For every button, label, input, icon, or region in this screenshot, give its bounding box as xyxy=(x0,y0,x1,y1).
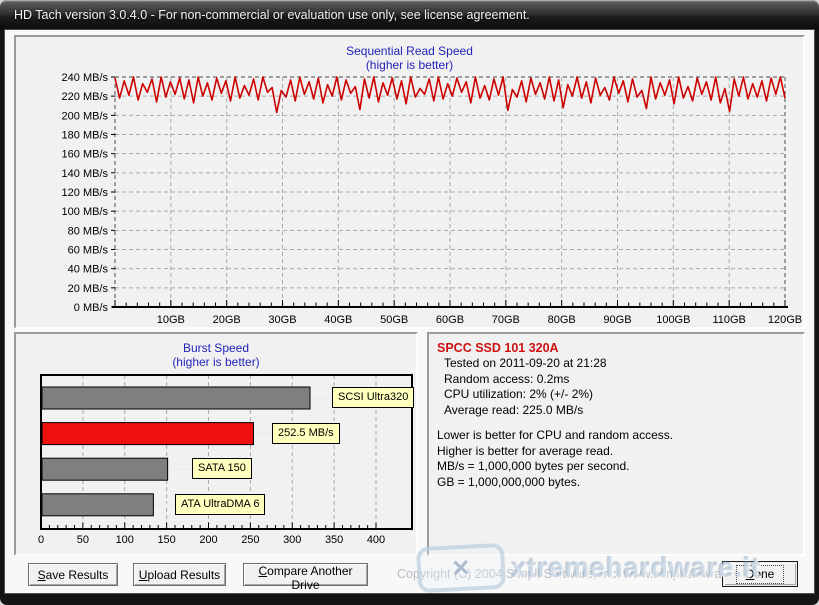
axis-tick-label: 60GB xyxy=(436,314,464,326)
axis-tick-label: 200 xyxy=(199,534,217,546)
axis-tick-label: 50GB xyxy=(380,314,408,326)
axis-tick-label: 0 MB/s xyxy=(74,302,109,314)
axis-tick-label: 240 MB/s xyxy=(62,72,109,84)
burst-chart-title: Burst Speed xyxy=(16,341,416,355)
save-results-label: ave Results xyxy=(46,568,109,582)
save-results-label-key: S xyxy=(38,568,46,582)
axis-tick-label: 0 xyxy=(38,534,44,546)
burst-bar-2 xyxy=(42,458,168,480)
axis-tick-label: 20 MB/s xyxy=(68,283,109,295)
axis-tick-label: 220 MB/s xyxy=(62,91,109,103)
drive-name: SPCC SSD 101 320A xyxy=(437,340,797,356)
random-access-line: Random access: 0.2ms xyxy=(437,372,797,388)
axis-tick-label: 30GB xyxy=(268,314,296,326)
note-line-2: Higher is better for average read. xyxy=(437,444,797,460)
compare-label-key: C xyxy=(258,564,267,578)
burst-label-sata-150: SATA 150 xyxy=(192,458,252,479)
axis-tick-label: 40GB xyxy=(324,314,352,326)
note-line-3: MB/s = 1,000,000 bytes per second. xyxy=(437,459,797,475)
axis-tick-label: 40 MB/s xyxy=(68,264,109,276)
burst-bar-3 xyxy=(42,494,153,516)
done-button[interactable]: Done xyxy=(722,561,798,587)
sequential-chart-subtitle: (higher is better) xyxy=(16,58,803,72)
axis-tick-label: 150 xyxy=(157,534,175,546)
done-focus-ring: Done xyxy=(736,565,785,584)
window-title: HD Tach version 3.0.4.0 - For non-commer… xyxy=(14,0,530,30)
sequential-read-panel: Sequential Read Speed (higher is better)… xyxy=(14,35,805,329)
burst-label-ata-ultradma6: ATA UltraDMA 6 xyxy=(175,494,265,515)
title-bar[interactable]: HD Tach version 3.0.4.0 - For non-commer… xyxy=(0,0,819,30)
compare-label: ompare Another Drive xyxy=(267,564,352,592)
axis-tick-label: 80 MB/s xyxy=(68,225,109,237)
hd-tach-window: HD Tach version 3.0.4.0 - For non-commer… xyxy=(0,0,819,605)
axis-tick-label: 90GB xyxy=(603,314,631,326)
note-line-1: Lower is better for CPU and random acces… xyxy=(437,428,797,444)
cpu-utilization-line: CPU utilization: 2% (+/- 2%) xyxy=(437,387,797,403)
axis-tick-label: 180 MB/s xyxy=(62,130,109,142)
sequential-chart-title: Sequential Read Speed xyxy=(16,44,803,58)
average-read-line: Average read: 225.0 MB/s xyxy=(437,403,797,419)
axis-tick-label: 400 xyxy=(367,534,385,546)
axis-tick-label: 10GB xyxy=(157,314,185,326)
compare-another-drive-button[interactable]: Compare Another Drive xyxy=(243,563,368,586)
done-label: one xyxy=(754,567,774,581)
axis-tick-label: 50 xyxy=(77,534,89,546)
axis-tick-label: 140 MB/s xyxy=(62,168,109,180)
axis-tick-label: 110GB xyxy=(712,314,745,326)
tested-on-line: Tested on 2011-09-20 at 21:28 xyxy=(437,356,797,372)
axis-tick-label: 80GB xyxy=(548,314,576,326)
axis-tick-label: 200 MB/s xyxy=(62,110,109,122)
axis-tick-label: 100GB xyxy=(656,314,690,326)
upload-results-label: pload Results xyxy=(147,568,220,582)
axis-tick-label: 120GB xyxy=(768,314,802,326)
done-label-key: D xyxy=(746,567,755,581)
burst-label-drive-value: 252.5 MB/s xyxy=(272,423,340,444)
burst-chart-subtitle: (higher is better) xyxy=(16,355,416,369)
axis-tick-label: 70GB xyxy=(492,314,520,326)
burst-bar-0 xyxy=(42,387,310,409)
drive-info-panel: SPCC SSD 101 320A Tested on 2011-09-20 a… xyxy=(427,332,805,556)
burst-label-scsi-ultra320: SCSI Ultra320 xyxy=(332,387,414,408)
axis-tick-label: 300 xyxy=(283,534,301,546)
burst-bar-1 xyxy=(42,423,253,445)
axis-tick-label: 250 xyxy=(241,534,259,546)
upload-results-button[interactable]: Upload Results xyxy=(133,563,226,586)
client-area: Sequential Read Speed (higher is better)… xyxy=(5,30,814,593)
axis-tick-label: 350 xyxy=(325,534,343,546)
axis-tick-label: 120 MB/s xyxy=(62,187,109,199)
axis-tick-label: 100 MB/s xyxy=(62,206,109,218)
axis-tick-label: 160 MB/s xyxy=(62,149,109,161)
note-line-4: GB = 1,000,000,000 bytes. xyxy=(437,475,797,491)
burst-speed-panel: Burst Speed (higher is better) 0 50 100 150… xyxy=(14,332,418,556)
sequential-read-chart: 0 MB/s 20 MB/s 40 MB/s 60 MB/s 80 MB/s 100 MB… xyxy=(16,37,803,327)
axis-tick-label: 100 xyxy=(116,534,134,546)
axis-tick-label: 60 MB/s xyxy=(68,245,109,257)
axis-tick-label: 20GB xyxy=(213,314,241,326)
save-results-button[interactable]: Save Results xyxy=(28,563,118,586)
copyright-text: Copyright (C) 2004 Simpli Software, Inc.… xyxy=(397,567,760,581)
